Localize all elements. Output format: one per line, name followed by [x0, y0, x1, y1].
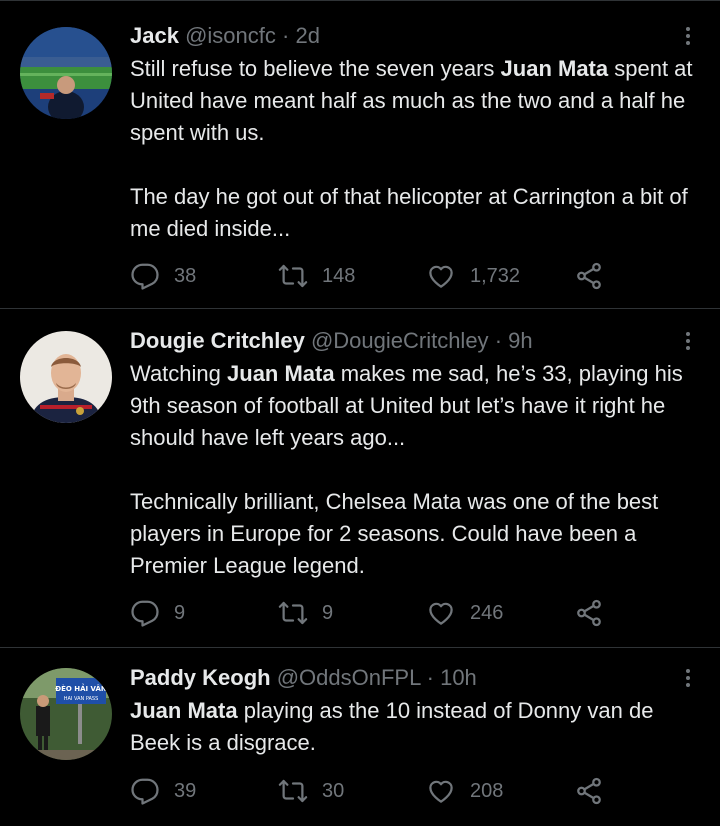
avatar[interactable] — [20, 331, 112, 423]
like-count: 246 — [470, 601, 504, 624]
like-button[interactable]: 208 — [426, 775, 503, 807]
svg-text:HAI VAN PASS: HAI VAN PASS — [64, 696, 99, 702]
timestamp[interactable]: 9h — [508, 328, 532, 353]
retweet-count: 30 — [322, 779, 345, 802]
timestamp[interactable]: 10h — [440, 665, 477, 690]
tweet-header: Dougie Critchley @DougieCritchley · 9h — [130, 327, 533, 355]
like-count: 1,732 — [470, 264, 521, 287]
display-name[interactable]: Dougie Critchley — [130, 328, 305, 353]
reply-button[interactable]: 38 — [130, 260, 196, 292]
display-name[interactable]: Jack — [130, 23, 179, 48]
retweet-button[interactable]: 30 — [278, 775, 344, 807]
action-bar: 38 148 1,732 — [130, 260, 630, 292]
svg-text:ĐÈO HẢI VÂN: ĐÈO HẢI VÂN — [55, 683, 107, 693]
display-name[interactable]: Paddy Keogh — [130, 665, 271, 690]
share-icon — [577, 599, 601, 627]
separator-dot: · — [426, 665, 434, 690]
avatar[interactable] — [20, 27, 112, 119]
retweet-icon — [278, 779, 308, 803]
action-bar: 9 9 246 — [130, 597, 630, 629]
share-button[interactable] — [574, 775, 618, 807]
tweet[interactable]: Jack @isoncfc · 2d Still refuse to belie… — [0, 0, 720, 309]
retweet-count: 9 — [322, 601, 334, 624]
retweet-button[interactable]: 9 — [278, 597, 333, 629]
more-icon[interactable] — [680, 666, 696, 690]
tweet-header: Jack @isoncfc · 2d — [130, 22, 320, 50]
reply-icon — [131, 600, 159, 627]
avatar[interactable]: ĐÈO HẢI VÂN HAI VAN PASS — [20, 668, 112, 760]
like-button[interactable]: 1,732 — [426, 260, 520, 292]
retweet-count: 148 — [322, 264, 356, 287]
tweet[interactable]: ĐÈO HẢI VÂN HAI VAN PASS Paddy Keogh @Od… — [0, 648, 720, 826]
tweet-text: Still refuse to believe the seven years … — [130, 56, 693, 241]
share-button[interactable] — [574, 260, 618, 292]
retweet-button[interactable]: 148 — [278, 260, 355, 292]
like-icon — [429, 602, 453, 625]
like-icon — [429, 780, 453, 803]
reply-button[interactable]: 9 — [130, 597, 185, 629]
like-button[interactable]: 246 — [426, 597, 503, 629]
reply-count: 38 — [174, 264, 197, 287]
share-button[interactable] — [574, 597, 618, 629]
like-icon — [429, 265, 453, 288]
highlight-keyword: Juan Mata — [130, 698, 238, 723]
retweet-icon — [278, 264, 308, 288]
reply-icon — [131, 263, 159, 290]
user-handle[interactable]: @OddsOnFPL — [277, 665, 421, 690]
reply-count: 9 — [174, 601, 186, 624]
more-icon[interactable] — [680, 24, 696, 48]
tweet-header: Paddy Keogh @OddsOnFPL · 10h — [130, 664, 477, 692]
reply-icon — [131, 778, 159, 805]
separator-dot: · — [494, 328, 503, 353]
separator-dot: · — [282, 23, 290, 48]
highlight-keyword: Juan Mata — [500, 56, 609, 81]
share-icon — [577, 262, 601, 290]
like-count: 208 — [470, 779, 504, 802]
reply-button[interactable]: 39 — [130, 775, 196, 807]
tweet-text: Watching Juan Mata makes me sad, he’s 33… — [130, 361, 683, 578]
share-icon — [577, 777, 601, 805]
action-bar: 39 30 208 — [130, 775, 630, 807]
user-handle[interactable]: @DougieCritchley — [311, 328, 489, 353]
highlight-keyword: Juan Mata — [227, 361, 335, 386]
tweet[interactable]: Dougie Critchley @DougieCritchley · 9h W… — [0, 309, 720, 648]
reply-count: 39 — [174, 779, 197, 802]
user-handle[interactable]: @isoncfc — [185, 23, 276, 48]
retweet-icon — [278, 601, 308, 625]
timestamp[interactable]: 2d — [295, 23, 319, 48]
tweet-text: Juan Mata playing as the 10 instead of D… — [130, 698, 654, 755]
more-icon[interactable] — [680, 329, 696, 353]
